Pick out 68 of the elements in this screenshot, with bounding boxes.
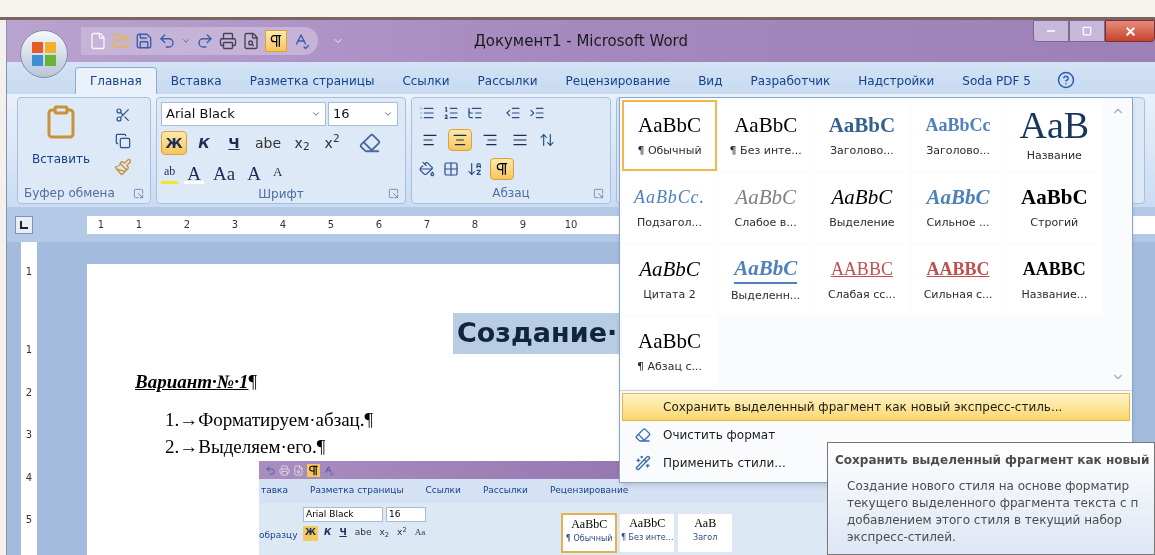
tab-label: Ссылки xyxy=(425,484,461,498)
group-label: образцу xyxy=(259,529,299,542)
tab-label: Разметка страницы xyxy=(310,484,404,498)
style-label: ¶ Без инте... xyxy=(620,532,674,544)
style-label: Сильная с... xyxy=(923,287,993,304)
paragraph-mark: ¶ xyxy=(248,369,258,394)
style-label: Цитата 2 xyxy=(643,287,696,304)
style-label: Название xyxy=(1026,148,1082,165)
style-preview: AaBbC xyxy=(828,112,896,140)
tooltip-title: Сохранить выделенный фрагмент как новый xyxy=(835,452,1147,469)
format-label: К xyxy=(323,526,333,539)
style-label: Слабое в... xyxy=(734,215,797,232)
style-preview: AaBbC xyxy=(638,328,701,356)
style-label: Подзагол... xyxy=(636,215,703,232)
list-item: 2.→Выделяем·его.¶ xyxy=(165,435,326,459)
style-label: Загол xyxy=(693,532,718,544)
tooltip-text: добавлением этого стиля в текущий набор xyxy=(847,512,1123,529)
font-name-field: Arial Black xyxy=(303,507,383,522)
group-label: Буфер обмена xyxy=(24,185,115,202)
style-preview: AaBbC xyxy=(926,184,990,212)
style-label: Заголово... xyxy=(926,143,990,160)
style-label: Строгий xyxy=(1030,215,1079,232)
list-item: 1.→Форматируем·абзац.¶ xyxy=(165,408,374,432)
style-label: Сильное ... xyxy=(926,215,990,232)
style-preview: AaBbC xyxy=(734,112,798,140)
format-label: x$_{2}$ xyxy=(378,526,391,541)
style-preview: AaBbCc xyxy=(925,114,991,138)
tooltip-text: текущего выделенного фрагмента текста с п xyxy=(847,495,1140,512)
style-preview: AaBbC xyxy=(629,515,666,532)
font-size-field: 16 xyxy=(386,507,426,522)
style-label: ¶ Обычный xyxy=(637,143,702,160)
format-label: Aa xyxy=(413,526,427,539)
tab-label: Рецензирование xyxy=(549,484,629,498)
style-label: ¶ Без инте... xyxy=(729,143,802,160)
format-label: x$^{2}$ xyxy=(396,526,408,539)
style-preview: AABBC xyxy=(926,258,990,282)
format-label: abe xyxy=(353,526,373,539)
format-label: Ж xyxy=(303,526,319,541)
style-preview: AaBbC xyxy=(735,184,796,212)
style-preview: AABBC xyxy=(1022,258,1086,282)
style-label: ¶ Обычный xyxy=(565,533,613,545)
window-title: Документ1 - Microsoft Word xyxy=(474,30,688,52)
style-label: Заголово... xyxy=(830,143,894,160)
variant-heading: Вариант·№·1 xyxy=(135,369,249,394)
style-label: ¶ Абзац с... xyxy=(637,359,702,376)
style-preview: AaBbC xyxy=(831,184,893,212)
group-label: Шрифт xyxy=(258,185,304,203)
tab-label: Рассылки xyxy=(482,484,528,498)
style-preview: AaBbC xyxy=(734,254,798,285)
format-label: Ч xyxy=(338,526,348,539)
vertical-ruler: 1 1 2 3 4 5 xyxy=(21,242,37,555)
tooltip-text: экспресс-стилей. xyxy=(847,529,957,546)
style-preview: AaBbC xyxy=(571,516,608,533)
document-heading: Создание· xyxy=(457,316,618,350)
tab-label: тавка xyxy=(261,484,288,498)
style-preview: AaBbC xyxy=(1021,184,1088,212)
group-label: Абзац xyxy=(492,185,530,202)
style-preview: AaB xyxy=(694,515,717,532)
tooltip-text: Создание нового стиля на основе форматир xyxy=(847,478,1131,495)
style-label: Слабая сс... xyxy=(828,287,896,304)
style-preview: AaBbCc. xyxy=(634,186,705,210)
style-preview: AABBC xyxy=(830,258,893,282)
style-preview: AaBbC xyxy=(638,112,701,140)
style-label: Выделение xyxy=(829,215,895,232)
style-label: Название... xyxy=(1021,287,1088,304)
style-label: Выделенн... xyxy=(731,288,801,305)
style-preview: AaB xyxy=(1019,106,1090,145)
style-preview: AaBbC xyxy=(639,256,700,284)
